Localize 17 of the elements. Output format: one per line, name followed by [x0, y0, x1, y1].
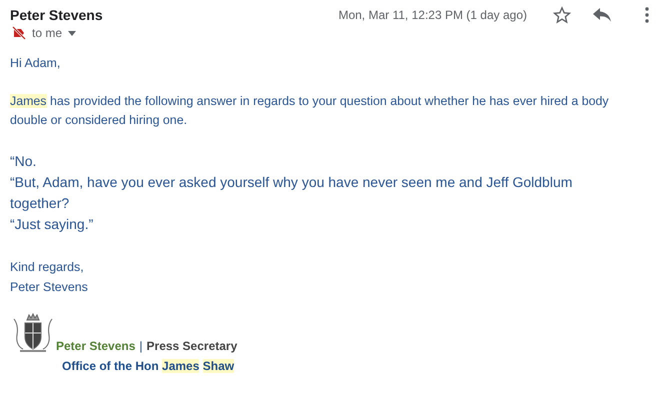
quote-text: “No.: [10, 152, 38, 171]
sender-name: Peter Stevens: [10, 7, 104, 23]
slashed-label-icon: [12, 26, 26, 40]
caret-icon[interactable]: [68, 30, 76, 36]
intro-paragraph: James has provided the following answer in regards to your question about whether he has ever hired a body double or considered hiring one.: [10, 93, 610, 129]
email-date: Mon, Mar 11, 12:23 PM (1 day ago): [338, 8, 527, 22]
star-icon[interactable]: [553, 6, 571, 24]
more-icon[interactable]: [645, 7, 649, 23]
greeting-text: Hi Adam,: [10, 55, 62, 72]
closing-text: Kind regards,: [10, 259, 85, 276]
quote-text: “But, Adam, have you ever asked yourself why you have never seen me and Jeff Goldblum together?: [10, 173, 574, 213]
quote-text: “Just saying.”: [10, 215, 94, 234]
signature-line: Peter Stevens | Press Secretary: [56, 339, 238, 353]
office-text: Office of the Hon James Shaw: [61, 358, 236, 373]
recipient-label: to me: [32, 26, 62, 40]
closing-text: Peter Stevens: [10, 279, 89, 296]
reply-icon[interactable]: [593, 8, 611, 22]
